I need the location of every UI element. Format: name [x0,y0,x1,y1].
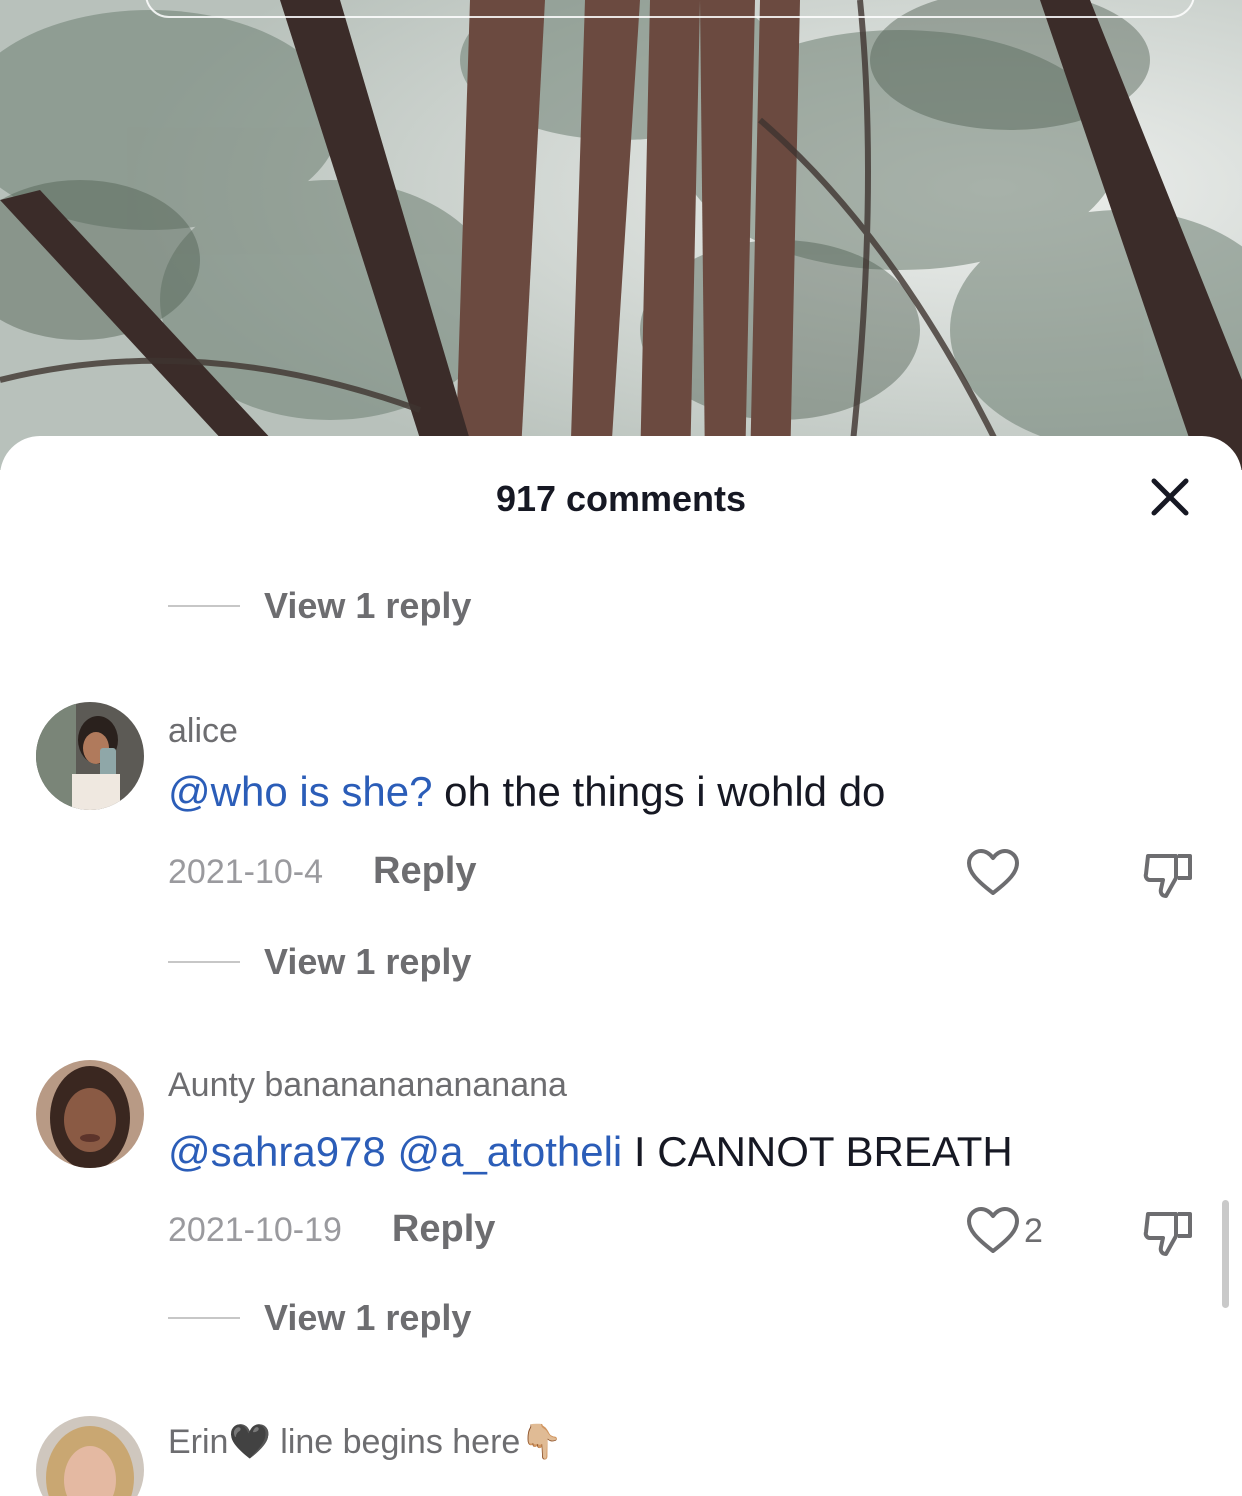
comments-sheet: 917 comments View 1 reply alice @who is … [0,436,1242,1496]
comment-body: oh the things i wohld do [444,768,886,815]
divider-line [168,961,240,963]
thumbs-down-icon [1143,854,1192,898]
forest-image [0,0,1242,470]
comment-text: @sahra978 @a_atotheli I CANNOT BREATH [168,1128,1013,1176]
comment-username[interactable]: alice [168,712,238,751]
mention-link[interactable]: @a_atotheli [397,1128,622,1175]
like-button[interactable] [966,848,1024,898]
comment-body: I CANNOT BREATH [633,1128,1013,1175]
reply-button[interactable]: Reply [392,1208,495,1251]
heart-icon [967,1207,1019,1253]
comment-date: 2021-10-4 [168,853,324,891]
comment-username[interactable]: Erin🖤 line begins here👇🏼 [168,1422,563,1462]
video-top-bar [145,0,1195,18]
like-count: 2 [1024,1211,1043,1250]
like-button[interactable]: 2 [966,1206,1043,1256]
thumbs-down-icon [1143,1212,1192,1256]
view-replies-button[interactable]: View 1 reply [168,940,471,984]
video-background[interactable] [0,0,1242,470]
avatar[interactable] [36,1060,144,1168]
close-button[interactable] [1140,472,1200,522]
comments-count-title: 917 comments [495,478,747,519]
comment-meta: 2021-10-4 Reply [168,850,477,893]
divider-line [168,1317,240,1319]
pointing-down-icon: 👇🏼 [520,1423,563,1461]
dislike-button[interactable] [1142,1208,1196,1263]
avatar[interactable] [36,702,144,810]
close-icon [1151,478,1189,516]
comment-meta: 2021-10-19 Reply [168,1208,495,1251]
mention-link[interactable]: @sahra978 [168,1128,386,1175]
reply-button[interactable]: Reply [373,850,476,893]
avatar[interactable] [36,1416,144,1496]
view-replies-button[interactable]: View 1 reply [168,584,471,628]
scrollbar[interactable] [1222,1200,1229,1308]
divider-line [168,605,240,607]
heart-icon [967,849,1019,895]
view-replies-button[interactable]: View 1 reply [168,1296,471,1340]
comment-date: 2021-10-19 [168,1211,342,1249]
comment-text: @who is she? oh the things i wohld do [168,768,885,816]
dislike-button[interactable] [1142,850,1196,905]
comment-username[interactable]: Aunty bananananananana [168,1066,567,1105]
mention-link[interactable]: @who is she? [168,768,432,815]
black-heart-icon: 🖤 [228,1423,271,1461]
